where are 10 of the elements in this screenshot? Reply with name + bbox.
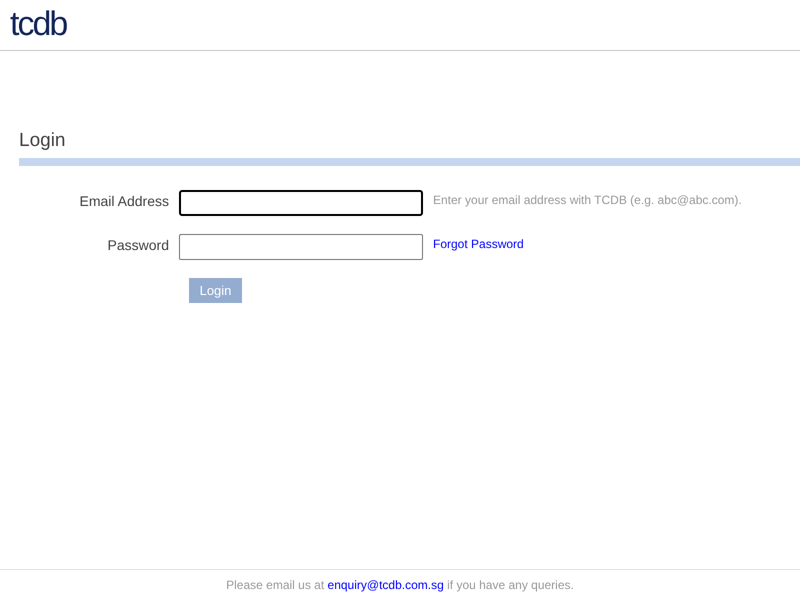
forgot-password-link[interactable]: Forgot Password (433, 234, 524, 253)
field-label: Password (108, 236, 169, 255)
input-field[interactable] (179, 190, 423, 216)
email-link[interactable]: enquiry@tcdb.com.sg (328, 578, 444, 592)
field-hint: Enter your email address with TCDB (e.g. abc@abc.com). (433, 192, 742, 209)
input-field[interactable] (179, 234, 423, 260)
footer-note: Please email us at enquiry@tcdb.com.sg if you have any queries. (226, 577, 574, 594)
field-label: Email Address (80, 192, 169, 211)
logo: tcdb (10, 7, 66, 41)
page-title: Login (19, 129, 66, 153)
